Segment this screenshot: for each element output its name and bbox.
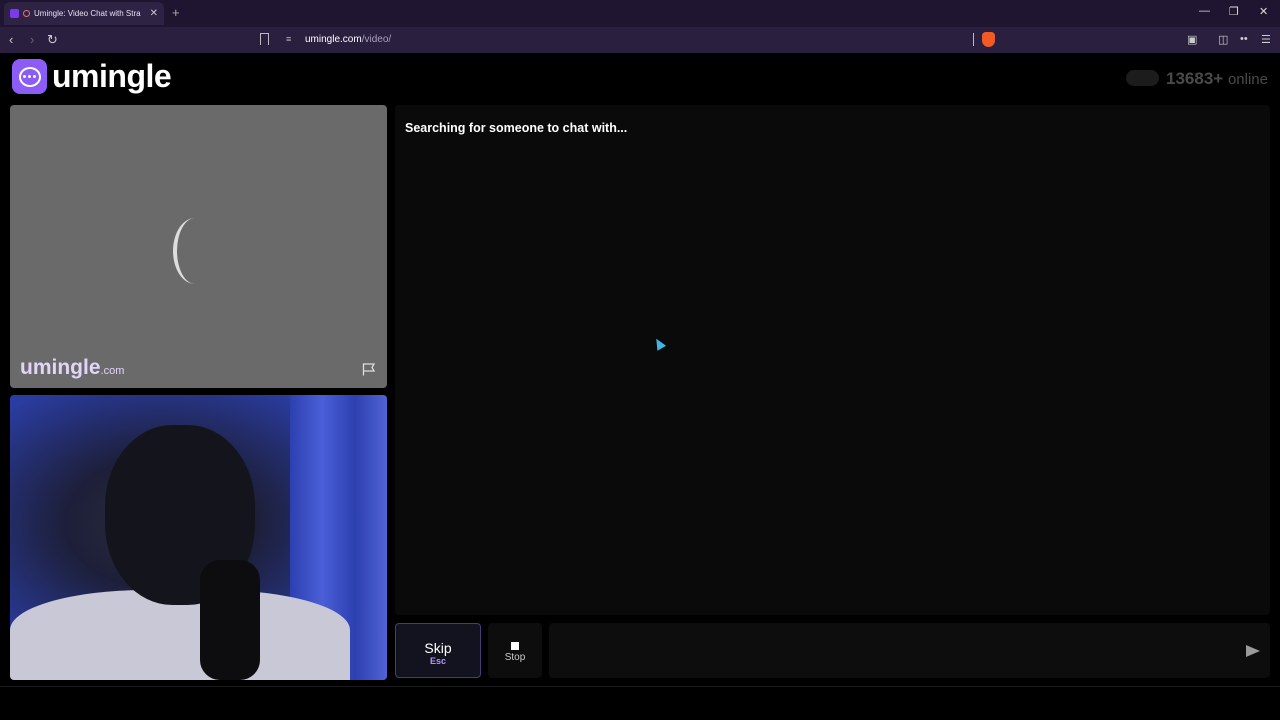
online-count: 13683+	[1166, 69, 1224, 88]
watermark-suffix: .com	[100, 365, 125, 377]
back-icon[interactable]: ‹	[9, 32, 13, 47]
chat-status: Searching for someone to chat with...	[405, 121, 628, 135]
brave-shields-icon[interactable]	[982, 32, 995, 47]
url-domain: umingle.com	[305, 34, 362, 45]
skip-label: Skip	[424, 640, 452, 656]
skip-button[interactable]: Skip Esc	[395, 623, 481, 678]
tab-search-icon[interactable]: ▣	[1187, 33, 1197, 46]
forward-icon[interactable]: ›	[30, 32, 34, 47]
sidebar-icon[interactable]: ◫	[1218, 33, 1228, 46]
umingle-logo-icon[interactable]	[12, 59, 47, 94]
watermark-text: umingle	[20, 356, 101, 379]
video-watermark: umingle.com	[20, 356, 124, 380]
restore-button[interactable]: ❐	[1229, 5, 1239, 18]
umingle-favicon-icon	[10, 9, 19, 18]
address-bar[interactable]: umingle.com/video/	[305, 34, 391, 45]
theme-toggle[interactable]	[1126, 70, 1159, 86]
new-tab-button[interactable]: +	[172, 5, 180, 20]
extensions-icon[interactable]: ••	[1240, 33, 1248, 45]
online-label: online	[1227, 71, 1268, 88]
stop-label: Stop	[504, 652, 526, 663]
mouse-cursor-icon	[651, 336, 667, 351]
browser-tabbar: Umingle: Video Chat with Stra ✕ + — ❐ ✕	[0, 0, 1280, 27]
self-video	[10, 395, 387, 680]
minimize-button[interactable]: —	[1199, 5, 1210, 17]
address-divider	[973, 33, 974, 46]
online-counter: 13683+ online	[1166, 69, 1268, 89]
send-icon[interactable]	[1246, 645, 1260, 657]
menu-icon[interactable]: ☰	[1261, 33, 1271, 46]
window-close-button[interactable]: ✕	[1259, 5, 1268, 18]
bottom-strip	[0, 686, 1280, 720]
browser-tab[interactable]: Umingle: Video Chat with Stra ✕	[4, 2, 164, 25]
microphone	[200, 560, 260, 680]
stranger-video: umingle.com	[10, 105, 387, 388]
skip-shortcut: Esc	[429, 656, 446, 666]
reload-icon[interactable]: ↻	[47, 32, 58, 48]
report-flag-icon[interactable]	[362, 363, 376, 376]
browser-toolbar: ‹ › ↻ ≡ umingle.com/video/ ▣ ◫ •• ☰	[0, 27, 1280, 53]
bookmark-icon[interactable]	[260, 33, 269, 45]
loading-spinner-icon	[173, 218, 217, 284]
message-input[interactable]	[549, 623, 1270, 678]
chat-log: Searching for someone to chat with...	[395, 105, 1270, 615]
recording-icon	[23, 10, 30, 17]
url-path: /video/	[361, 34, 392, 45]
stop-button[interactable]: Stop	[488, 623, 542, 678]
tab-close-icon[interactable]: ✕	[150, 8, 158, 19]
site-settings-icon[interactable]: ≡	[286, 34, 296, 44]
stop-icon	[511, 642, 519, 650]
site-logo[interactable]: umingle	[52, 58, 172, 95]
tab-title: Umingle: Video Chat with Stra	[34, 9, 141, 18]
